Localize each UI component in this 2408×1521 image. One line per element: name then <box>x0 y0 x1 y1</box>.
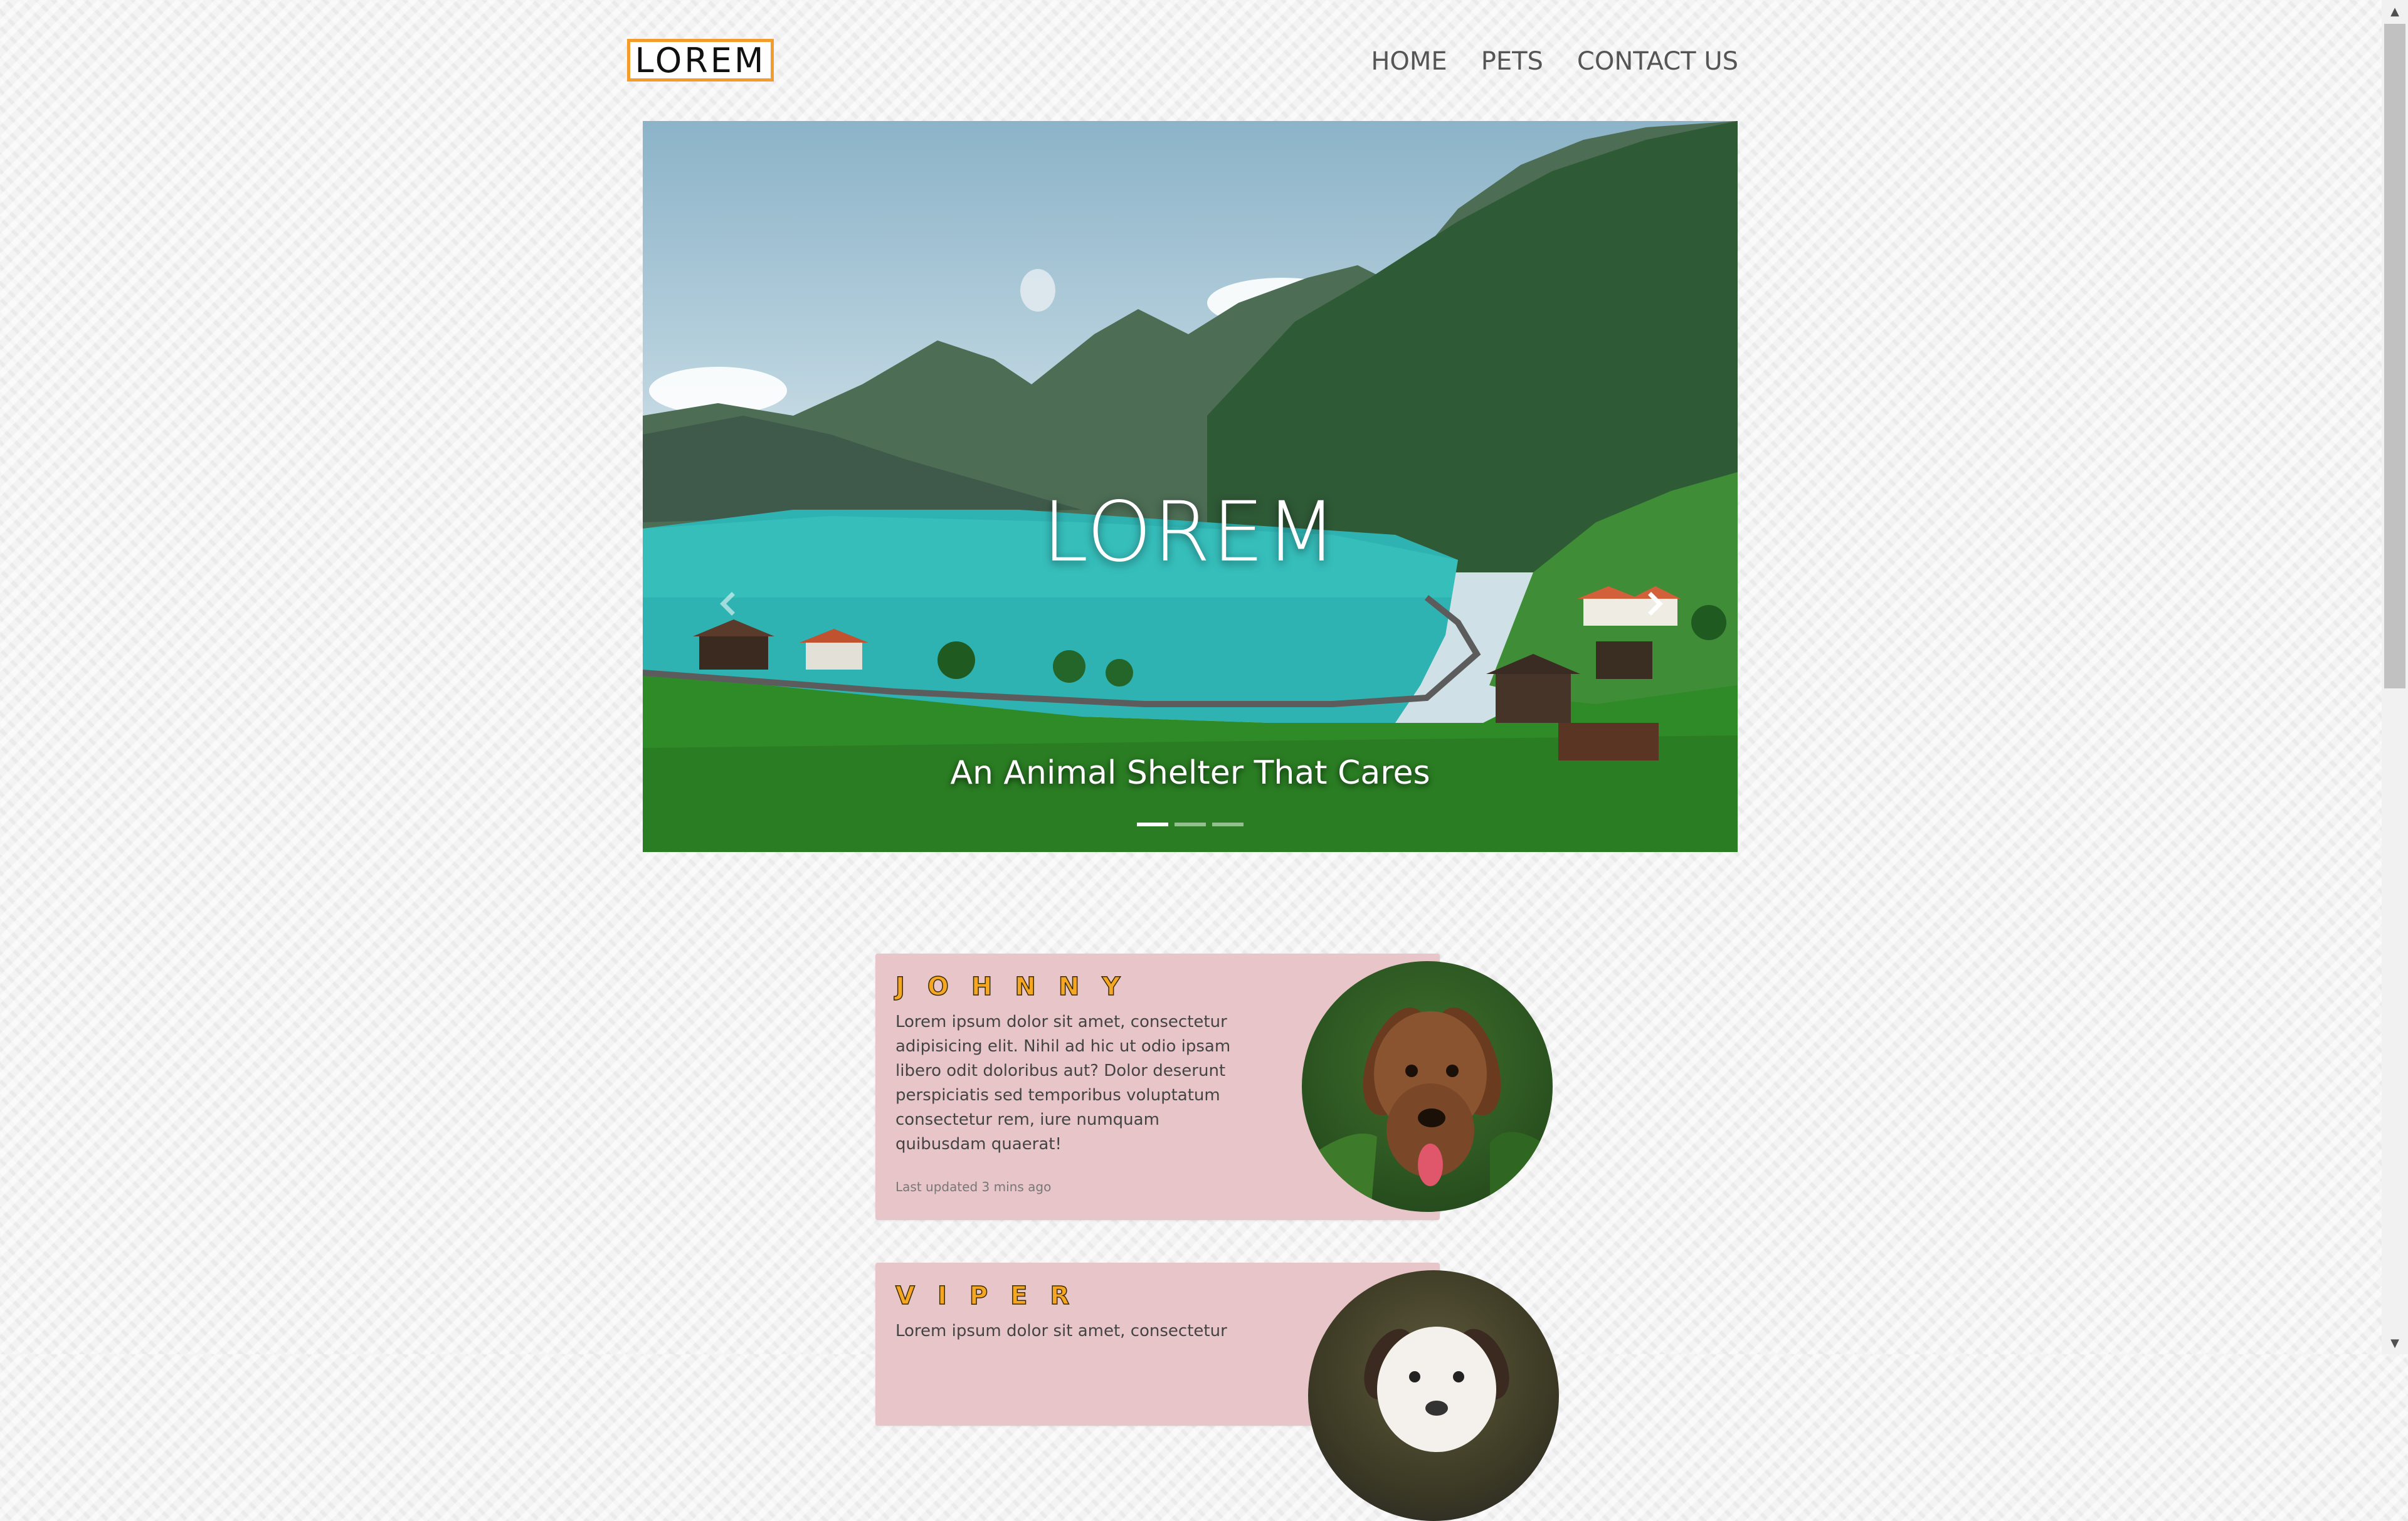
pet-photo <box>1302 961 1553 1212</box>
page-scrollbar[interactable]: ▲ ▼ <box>2382 0 2408 1354</box>
carousel-next-button[interactable] <box>1642 591 1667 616</box>
scroll-up-arrow-icon[interactable]: ▲ <box>2382 0 2408 23</box>
carousel-indicators <box>643 823 1738 826</box>
hero-carousel: LOREM An Animal Shelter That Cares <box>643 121 1738 852</box>
pet-last-updated: Last updated 3 mins ago <box>895 1179 1052 1194</box>
chevron-left-icon <box>720 592 735 616</box>
pet-description: Lorem ipsum dolor sit amet, consectetur <box>895 1322 1227 1340</box>
nav-pets[interactable]: PETS <box>1481 44 1543 79</box>
main-nav: HOME PETS CONTACT US <box>1371 44 1738 79</box>
dog-photo-image <box>1364 1327 1509 1452</box>
scrollbar-thumb[interactable] <box>2384 24 2405 688</box>
pet-description: Lorem ipsum dolor sit amet, consectetur … <box>895 1013 1231 1154</box>
site-logo[interactable]: LOREM <box>627 39 774 82</box>
chevron-right-icon <box>1648 592 1663 616</box>
hero-subtitle: An Animal Shelter That Cares <box>950 754 1430 792</box>
hero-title: LOREM <box>1042 484 1338 581</box>
carousel-prev-button[interactable] <box>716 591 741 616</box>
pet-name: VIPER <box>895 1281 1092 1311</box>
carousel-indicator-3[interactable] <box>1212 823 1244 826</box>
carousel-indicator-1[interactable] <box>1137 823 1168 826</box>
pet-photo <box>1308 1270 1559 1521</box>
carousel-indicator-2[interactable] <box>1175 823 1206 826</box>
nav-contact-us[interactable]: CONTACT US <box>1577 44 1738 79</box>
scroll-down-arrow-icon[interactable]: ▼ <box>2382 1332 2408 1354</box>
pet-name: JOHNNY <box>895 972 1143 1002</box>
dog-photo-image <box>1302 1008 1553 1212</box>
nav-home[interactable]: HOME <box>1371 44 1447 79</box>
